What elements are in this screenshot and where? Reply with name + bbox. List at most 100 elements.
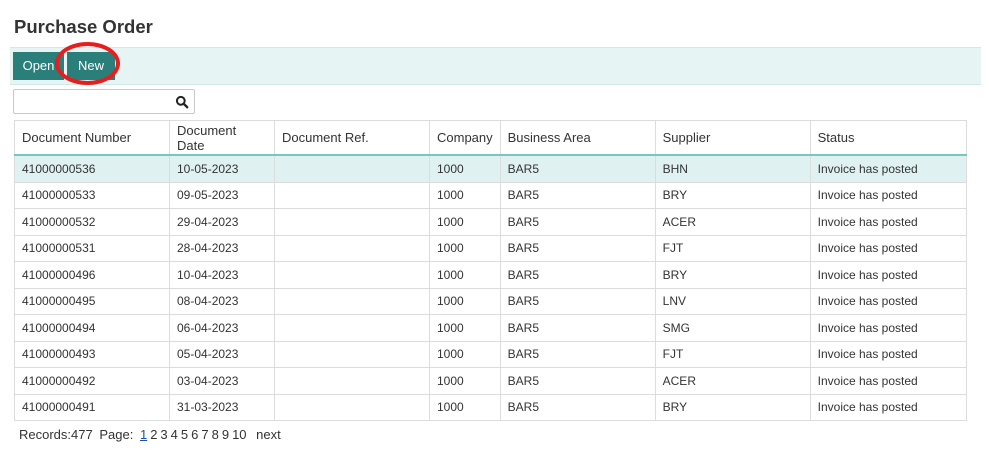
cell-document-ref <box>274 261 430 289</box>
cell-company: 1000 <box>429 208 501 236</box>
table-row[interactable]: 41000000533 09-05-2023 1000 BAR5 BRY Invoice … <box>14 181 967 209</box>
page-link-10[interactable]: 10 <box>232 427 246 442</box>
cell-document-ref <box>274 181 430 209</box>
cell-business-area: BAR5 <box>499 261 656 289</box>
cell-status: Invoice has posted <box>809 367 967 395</box>
column-header-status[interactable]: Status <box>809 120 967 156</box>
column-header-company[interactable]: Company <box>429 120 501 156</box>
cell-supplier: BRY <box>654 181 811 209</box>
purchase-order-table: Document Number Document Date Document Ref… <box>14 120 967 421</box>
cell-status: Invoice has posted <box>809 393 967 421</box>
cell-document-number: 41000000491 <box>14 393 170 421</box>
column-header-document-ref[interactable]: Document Ref. <box>274 120 430 156</box>
cell-document-ref <box>274 154 430 183</box>
cell-business-area: BAR5 <box>499 340 656 368</box>
cell-business-area: BAR5 <box>499 181 656 209</box>
cell-document-number: 41000000492 <box>14 367 170 395</box>
column-header-document-number[interactable]: Document Number <box>14 120 170 156</box>
page-link-4[interactable]: 4 <box>171 427 178 442</box>
cell-document-number: 41000000494 <box>14 314 170 342</box>
page-link-1[interactable]: 1 <box>140 427 147 442</box>
cell-supplier: ACER <box>654 367 811 395</box>
table-row[interactable]: 41000000531 28-04-2023 1000 BAR5 FJT Invoice … <box>14 234 967 262</box>
cell-company: 1000 <box>429 340 501 368</box>
cell-document-date: 08-04-2023 <box>169 287 275 315</box>
search-icon[interactable] <box>175 95 189 109</box>
cell-business-area: BAR5 <box>499 154 656 183</box>
cell-document-number: 41000000536 <box>14 154 170 183</box>
page-link-6[interactable]: 6 <box>191 427 198 442</box>
cell-document-date: 09-05-2023 <box>169 181 275 209</box>
table-row[interactable]: 41000000491 31-03-2023 1000 BAR5 BRY Invoice … <box>14 393 967 421</box>
cell-document-ref <box>274 208 430 236</box>
column-header-document-date[interactable]: Document Date <box>169 120 275 156</box>
cell-business-area: BAR5 <box>499 393 656 421</box>
cell-supplier: SMG <box>654 314 811 342</box>
pagination: Records:477 Page: 1 2 3 4 5 6 7 8 9 10 next <box>19 427 284 442</box>
page-link-3[interactable]: 3 <box>160 427 167 442</box>
cell-document-ref <box>274 367 430 395</box>
cell-document-number: 41000000531 <box>14 234 170 262</box>
table-row[interactable]: 41000000495 08-04-2023 1000 BAR5 LNV Invoice … <box>14 287 967 315</box>
cell-company: 1000 <box>429 154 501 183</box>
cell-supplier: BHN <box>654 154 811 183</box>
table-row[interactable]: 41000000532 29-04-2023 1000 BAR5 ACER Invoice… <box>14 208 967 236</box>
cell-document-ref <box>274 340 430 368</box>
cell-supplier: FJT <box>654 340 811 368</box>
search-input[interactable] <box>14 90 182 113</box>
cell-document-ref <box>274 393 430 421</box>
cell-business-area: BAR5 <box>499 234 656 262</box>
column-header-business-area[interactable]: Business Area <box>499 120 656 156</box>
cell-business-area: BAR5 <box>499 314 656 342</box>
cell-supplier: ACER <box>654 208 811 236</box>
cell-document-date: 03-04-2023 <box>169 367 275 395</box>
cell-company: 1000 <box>429 261 501 289</box>
page-link-5[interactable]: 5 <box>181 427 188 442</box>
cell-document-date: 28-04-2023 <box>169 234 275 262</box>
cell-business-area: BAR5 <box>499 208 656 236</box>
cell-supplier: FJT <box>654 234 811 262</box>
page-link-7[interactable]: 7 <box>201 427 208 442</box>
cell-status: Invoice has posted <box>809 181 967 209</box>
table-row[interactable]: 41000000496 10-04-2023 1000 BAR5 BRY Invoice … <box>14 261 967 289</box>
table-header-row: Document Number Document Date Document Ref… <box>14 120 967 156</box>
page-label: Page: <box>99 427 134 442</box>
cell-company: 1000 <box>429 234 501 262</box>
cell-business-area: BAR5 <box>499 287 656 315</box>
cell-document-number: 41000000493 <box>14 340 170 368</box>
cell-status: Invoice has posted <box>809 261 967 289</box>
cell-status: Invoice has posted <box>809 287 967 315</box>
cell-status: Invoice has posted <box>809 154 967 183</box>
cell-company: 1000 <box>429 367 501 395</box>
table-row[interactable]: 41000000493 05-04-2023 1000 BAR5 FJT Invoice … <box>14 340 967 368</box>
cell-supplier: LNV <box>654 287 811 315</box>
cell-document-ref <box>274 314 430 342</box>
page-link-9[interactable]: 9 <box>222 427 229 442</box>
cell-document-number: 41000000533 <box>14 181 170 209</box>
cell-company: 1000 <box>429 181 501 209</box>
cell-company: 1000 <box>429 393 501 421</box>
cell-document-date: 06-04-2023 <box>169 314 275 342</box>
cell-document-date: 10-04-2023 <box>169 261 275 289</box>
records-count: Records:477 <box>19 427 93 442</box>
page-link-2[interactable]: 2 <box>150 427 157 442</box>
highlight-circle-annotation <box>55 42 120 85</box>
cell-company: 1000 <box>429 314 501 342</box>
table-row[interactable]: 41000000494 06-04-2023 1000 BAR5 SMG Invoice … <box>14 314 967 342</box>
table-row[interactable]: 41000000536 10-05-2023 1000 BAR5 BHN Invoice … <box>14 154 967 183</box>
page-link-8[interactable]: 8 <box>212 427 219 442</box>
cell-document-date: 29-04-2023 <box>169 208 275 236</box>
cell-document-number: 41000000495 <box>14 287 170 315</box>
column-header-supplier[interactable]: Supplier <box>654 120 811 156</box>
next-page-link[interactable]: next <box>256 427 281 442</box>
cell-document-date: 31-03-2023 <box>169 393 275 421</box>
cell-status: Invoice has posted <box>809 314 967 342</box>
cell-business-area: BAR5 <box>499 367 656 395</box>
cell-document-number: 41000000496 <box>14 261 170 289</box>
search-box <box>13 89 195 114</box>
toolbar: Open New <box>10 47 981 85</box>
cell-status: Invoice has posted <box>809 340 967 368</box>
cell-supplier: BRY <box>654 393 811 421</box>
table-row[interactable]: 41000000492 03-04-2023 1000 BAR5 ACER Invoice… <box>14 367 967 395</box>
page-title: Purchase Order <box>14 16 153 37</box>
